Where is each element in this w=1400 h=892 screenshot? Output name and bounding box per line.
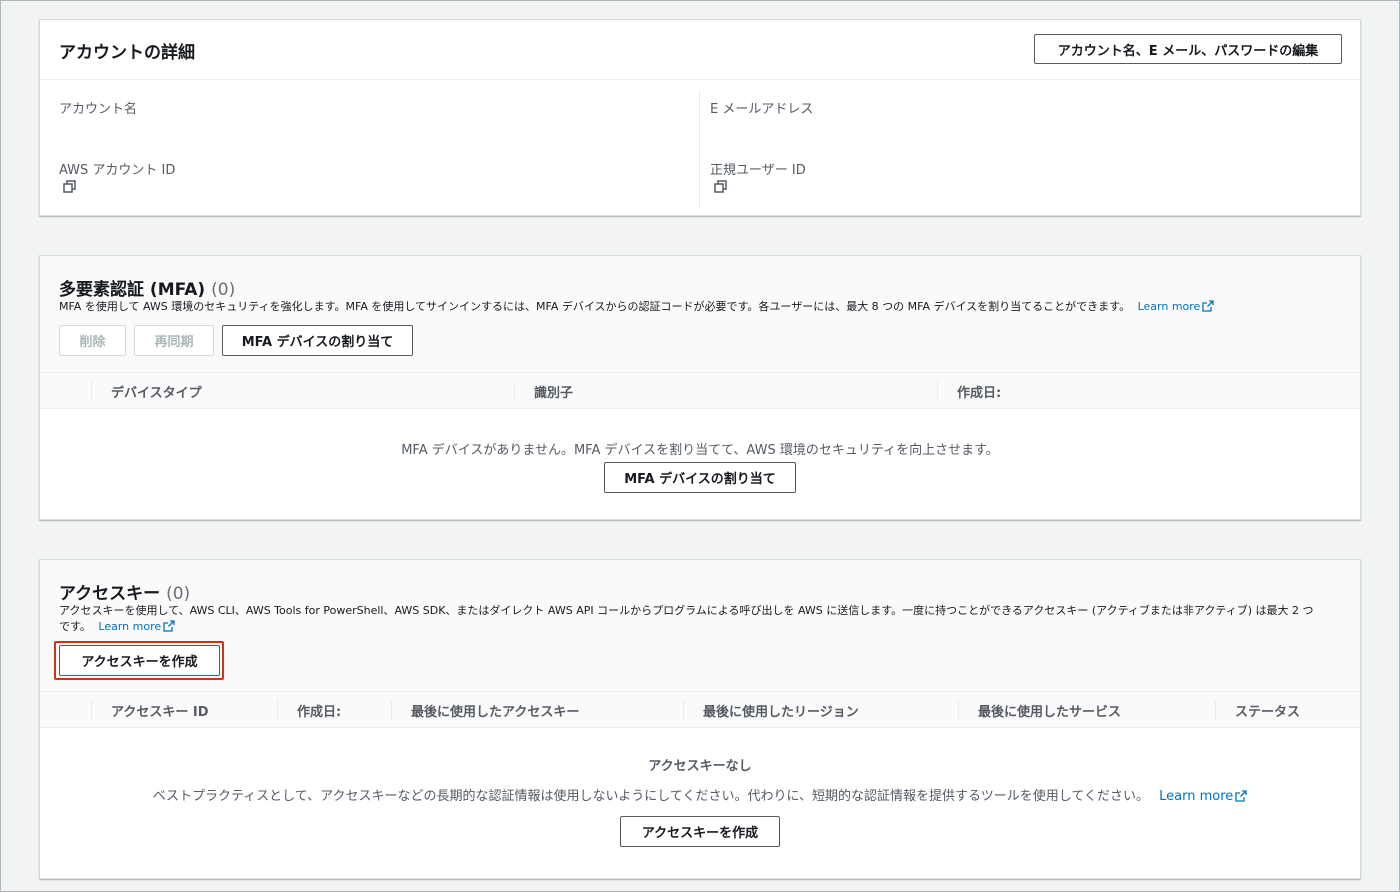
mfa-header: 多要素認証 (MFA) (0) MFA を使用して AWS 環境のセキュリティを… — [40, 256, 1360, 372]
mfa-assign-button[interactable]: MFA デバイスの割り当て — [222, 325, 413, 356]
email-label: E メールアドレス — [710, 102, 814, 117]
edit-account-button[interactable]: アカウント名、E メール、パスワードの編集 — [1034, 34, 1342, 64]
access-keys-header: アクセスキー (0) アクセスキーを使用して、AWS CLI、AWS Tools… — [40, 560, 1360, 691]
access-keys-count: (0) — [166, 584, 191, 604]
column-separator — [91, 381, 92, 401]
external-link-icon — [1235, 790, 1247, 802]
column-separator — [91, 700, 92, 720]
access-keys-description: アクセスキーを使用して、AWS CLI、AWS Tools for PowerS… — [59, 603, 1349, 635]
mfa-learn-more-link[interactable]: Learn more — [1138, 300, 1215, 313]
column-separator — [514, 381, 515, 401]
access-keys-empty-message: ベストプラクティスとして、アクセスキーなどの長期的な認証情報は使用しないようにし… — [40, 785, 1360, 804]
access-keys-empty-learn-more-label: Learn more — [1159, 789, 1234, 804]
access-keys-col-last-used-service[interactable]: 最後に使用したサービス — [978, 701, 1121, 720]
mfa-col-identifier[interactable]: 識別子 — [534, 382, 573, 401]
column-separator — [937, 381, 938, 401]
mfa-delete-button[interactable]: 削除 — [59, 325, 126, 356]
access-keys-description-line1: アクセスキーを使用して、AWS CLI、AWS Tools for PowerS… — [59, 604, 1314, 617]
account-details-panel: アカウントの詳細 アカウント名、E メール、パスワードの編集 アカウント名 AW… — [39, 19, 1361, 216]
access-keys-col-status[interactable]: ステータス — [1235, 701, 1300, 720]
access-keys-col-id[interactable]: アクセスキー ID — [111, 701, 209, 720]
access-keys-title: アクセスキー (0) — [59, 579, 190, 604]
access-keys-description-line2: です。 Learn more — [59, 619, 1349, 635]
access-keys-empty-create-button[interactable]: アクセスキーを作成 — [620, 816, 780, 847]
access-keys-learn-more-link[interactable]: Learn more — [98, 620, 175, 633]
mfa-title: 多要素認証 (MFA) (0) — [59, 275, 235, 300]
access-keys-table-header: アクセスキー ID 作成日: 最後に使用したアクセスキー 最後に使用したリージョ… — [40, 691, 1360, 728]
canonical-user-id-label: 正規ユーザー ID — [710, 163, 806, 178]
mfa-panel: 多要素認証 (MFA) (0) MFA を使用して AWS 環境のセキュリティを… — [39, 255, 1361, 520]
mfa-col-created[interactable]: 作成日: — [957, 382, 1001, 401]
account-details-header: アカウントの詳細 アカウント名、E メール、パスワードの編集 — [40, 20, 1360, 80]
access-keys-empty-message-text: ベストプラクティスとして、アクセスキーなどの長期的な認証情報は使用しないようにし… — [152, 789, 1150, 804]
mfa-learn-more-label: Learn more — [1137, 300, 1201, 313]
mfa-col-device-type[interactable]: デバイスタイプ — [111, 382, 202, 401]
access-keys-learn-more-label: Learn more — [98, 620, 162, 633]
access-keys-description-end: です。 — [59, 620, 91, 633]
column-separator — [683, 700, 684, 720]
access-keys-col-last-used-region[interactable]: 最後に使用したリージョン — [703, 701, 859, 720]
access-keys-title-text: アクセスキー — [59, 584, 161, 604]
mfa-title-text: 多要素認証 (MFA) — [59, 280, 206, 300]
column-separator — [1215, 700, 1216, 720]
copy-account-id-icon[interactable] — [63, 180, 77, 194]
access-keys-empty-title: アクセスキーなし — [648, 759, 752, 774]
account-details-title: アカウントの詳細 — [59, 43, 195, 63]
access-keys-col-created[interactable]: 作成日: — [297, 701, 341, 720]
access-keys-empty-learn-more-link[interactable]: Learn more — [1159, 789, 1247, 804]
copy-canonical-id-icon[interactable] — [714, 180, 728, 194]
mfa-description-text: MFA を使用して AWS 環境のセキュリティを強化します。MFA を使用してサ… — [59, 300, 1131, 313]
account-name-label: アカウント名 — [59, 102, 138, 117]
access-keys-panel: アクセスキー (0) アクセスキーを使用して、AWS CLI、AWS Tools… — [39, 559, 1361, 879]
mfa-table-header: デバイスタイプ 識別子 作成日: — [40, 372, 1360, 409]
mfa-description: MFA を使用して AWS 環境のセキュリティを強化します。MFA を使用してサ… — [59, 299, 1349, 315]
external-link-icon — [1202, 300, 1214, 312]
mfa-empty-assign-button[interactable]: MFA デバイスの割り当て — [604, 462, 796, 493]
column-divider — [699, 90, 700, 208]
mfa-count: (0) — [211, 280, 236, 300]
aws-account-id-label: AWS アカウント ID — [59, 163, 176, 178]
access-keys-col-last-used-key[interactable]: 最後に使用したアクセスキー — [411, 701, 579, 720]
external-link-icon — [163, 620, 175, 632]
create-access-key-button[interactable]: アクセスキーを作成 — [59, 645, 220, 676]
mfa-empty-message: MFA デバイスがありません。MFA デバイスを割り当てて、AWS 環境のセキュ… — [401, 443, 999, 458]
column-separator — [958, 700, 959, 720]
mfa-resync-button[interactable]: 再同期 — [134, 325, 214, 356]
column-separator — [391, 700, 392, 720]
column-separator — [277, 700, 278, 720]
